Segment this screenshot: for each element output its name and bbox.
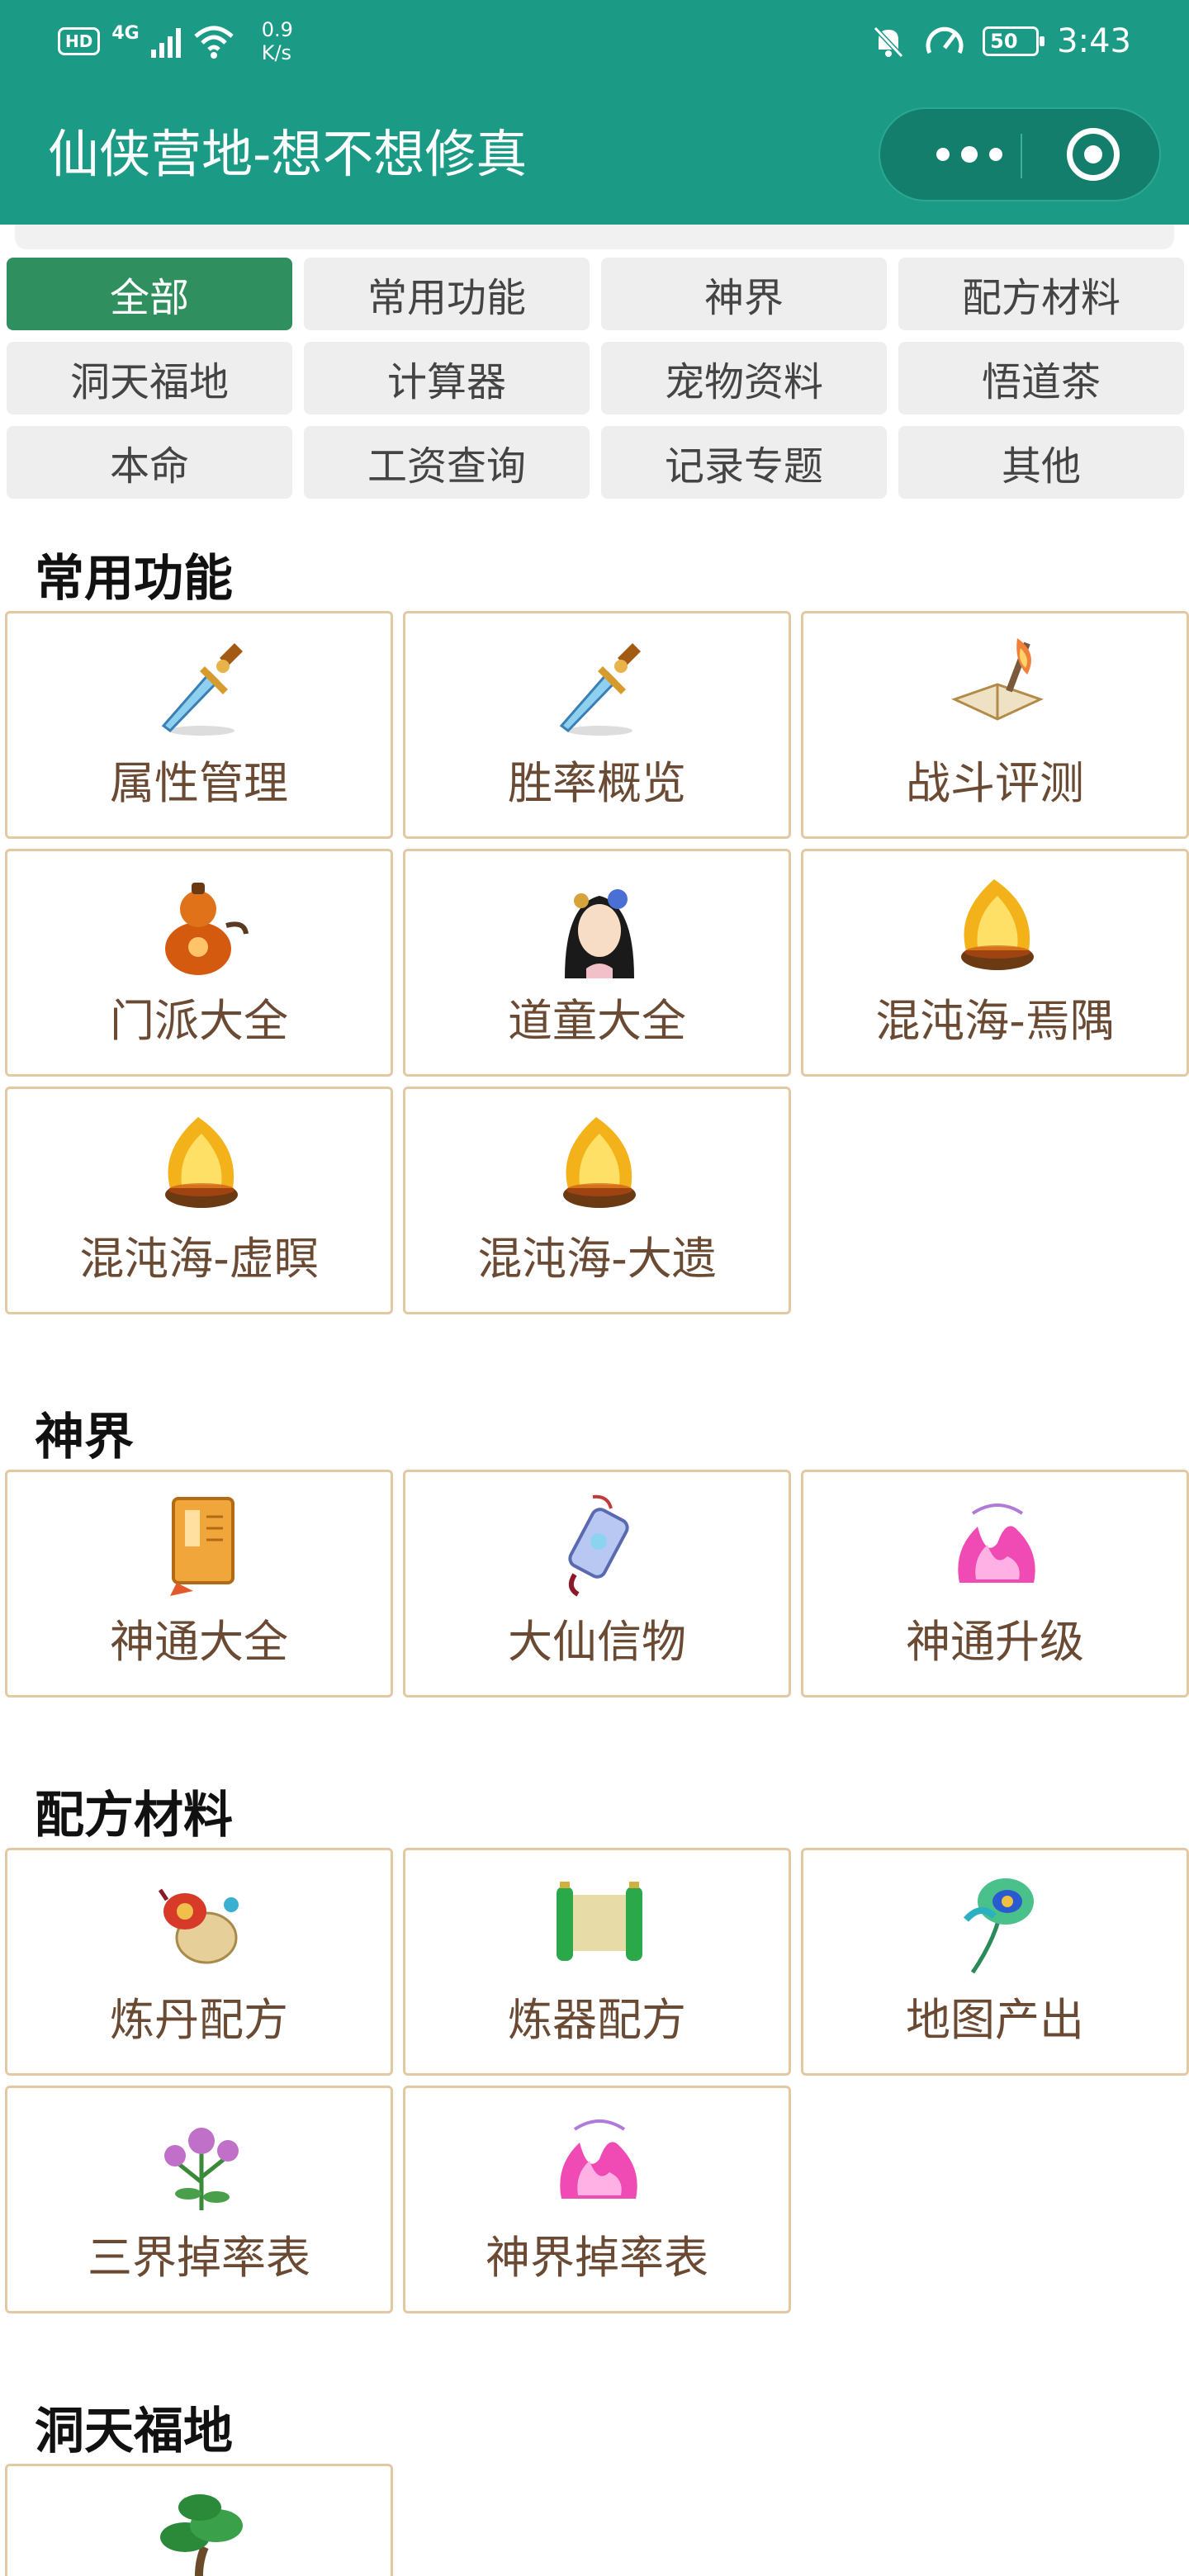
mute-bell-icon	[873, 26, 904, 59]
feature-label: 混沌海-虚瞑	[79, 1233, 319, 1285]
tab-11[interactable]: 其他	[898, 426, 1184, 499]
section-grid	[5, 2464, 1187, 2576]
section-grid: 神通大全 大仙信物 神通升级	[5, 1470, 1189, 1698]
section-grid: 炼丹配方 炼器配方 地图产出三界掉率表 神界掉率表	[5, 1848, 1189, 2313]
feature-label: 三界掉率表	[88, 2232, 310, 2284]
feature-card[interactable]: 炼丹配方	[5, 1848, 393, 2076]
sword-icon	[550, 633, 649, 741]
tab-1[interactable]: 常用功能	[304, 258, 590, 330]
bonsai-tree-icon	[152, 2486, 251, 2576]
green-scroll-icon	[550, 1870, 649, 1977]
feature-label: 道童大全	[508, 995, 686, 1047]
speed-unit: K/s	[261, 41, 292, 64]
feature-card[interactable]: 炼器配方	[403, 1848, 791, 2076]
scroll-book-icon	[152, 1492, 251, 1599]
feature-card[interactable]: 三界掉率表	[5, 2086, 393, 2313]
flower-herb-icon	[152, 2108, 251, 2215]
clock: 3:43	[1057, 22, 1131, 60]
wifi-icon	[194, 26, 234, 59]
tab-6[interactable]: 宠物资料	[601, 342, 887, 414]
section-title: 配方材料	[35, 1787, 233, 1844]
feature-card[interactable]: 混沌海-大遗	[403, 1087, 791, 1314]
feature-card[interactable]: 神通大全	[5, 1470, 393, 1698]
battery-level: 50	[990, 30, 1018, 53]
feature-label: 炼器配方	[508, 1994, 686, 2046]
tab-7[interactable]: 悟道茶	[898, 342, 1184, 414]
tab-10[interactable]: 记录专题	[601, 426, 887, 499]
category-tabs: 全部 常用功能 神界 配方材料洞天福地 计算器 宠物资料 悟道茶本命 工资查询 记录专题 其他	[7, 258, 1184, 499]
feature-label: 战斗评测	[906, 757, 1084, 809]
tab-2[interactable]: 神界	[601, 258, 887, 330]
book-fire-icon	[948, 633, 1047, 741]
network-type: 4G	[111, 22, 140, 44]
pill-gourd-icon	[152, 1870, 251, 1977]
feature-card[interactable]: 地图产出	[801, 1848, 1189, 2076]
more-dots-icon[interactable]	[920, 109, 1019, 200]
feature-card[interactable]: 神界掉率表	[403, 2086, 791, 2313]
mini-program-page: HD 4G 0.9 K/s 50 3:43 仙侠营地-想不想修真 全部 常用功能…	[0, 0, 1189, 2576]
feature-label: 门派大全	[110, 995, 288, 1047]
feature-label: 神界掉率表	[486, 2232, 708, 2284]
section-title: 常用功能	[35, 550, 233, 608]
feature-label: 混沌海-焉隅	[875, 995, 1115, 1047]
golden-flame-icon	[948, 871, 1047, 978]
feature-label: 地图产出	[906, 1994, 1084, 2046]
feature-label: 大仙信物	[508, 1616, 686, 1668]
peacock-feather-icon	[948, 1870, 1047, 1977]
feature-label: 神通大全	[110, 1616, 288, 1668]
feature-card[interactable]: 大仙信物	[403, 1470, 791, 1698]
page-title: 仙侠营地-想不想修真	[48, 124, 528, 184]
target-circle-icon[interactable]	[1067, 128, 1120, 181]
golden-flame-icon	[152, 1109, 251, 1216]
hd-badge: HD	[58, 27, 101, 55]
section-grid: 属性管理 胜率概览 战斗评测门派大全 道童大全 混沌海-焉隅混沌海-虚瞑 混沌海-大遗	[5, 611, 1189, 1314]
feature-label: 胜率概览	[508, 757, 686, 809]
feature-label: 属性管理	[110, 757, 288, 809]
gourd-icon	[152, 871, 251, 978]
tab-3[interactable]: 配方材料	[898, 258, 1184, 330]
feature-card[interactable]: 神通升级	[801, 1470, 1189, 1698]
tab-5[interactable]: 计算器	[304, 342, 590, 414]
feature-card[interactable]: 混沌海-虚瞑	[5, 1087, 393, 1314]
feature-card[interactable]: 门派大全	[5, 849, 393, 1077]
tab-0[interactable]: 全部	[7, 258, 292, 330]
feature-card[interactable]: 战斗评测	[801, 611, 1189, 839]
speedometer-icon	[926, 26, 964, 54]
capsule-menu	[879, 107, 1161, 201]
app-header: HD 4G 0.9 K/s 50 3:43 仙侠营地-想不想修真	[0, 0, 1189, 225]
pink-flame-icon	[948, 1492, 1047, 1599]
capsule-divider	[1021, 134, 1022, 178]
section-title: 神界	[35, 1409, 134, 1466]
pink-flame-icon	[550, 2108, 649, 2215]
feature-label: 混沌海-大遗	[477, 1233, 717, 1285]
speed-value: 0.9	[261, 18, 293, 41]
feature-card[interactable]: 混沌海-焉隅	[801, 849, 1189, 1077]
feature-label: 神通升级	[906, 1616, 1084, 1668]
signal-icon	[150, 25, 181, 58]
section-title: 洞天福地	[35, 2403, 233, 2460]
fairy-portrait-icon	[550, 871, 649, 978]
search-strip	[15, 225, 1174, 249]
status-bar: HD 4G 0.9 K/s 50 3:43	[0, 0, 1189, 83]
golden-flame-icon	[550, 1109, 649, 1216]
battery-icon: 50	[983, 26, 1045, 56]
network-speed: 0.9 K/s	[262, 18, 293, 64]
feature-card[interactable]	[5, 2464, 393, 2576]
feature-card[interactable]: 胜率概览	[403, 611, 791, 839]
feature-card[interactable]: 道童大全	[403, 849, 791, 1077]
jade-token-icon	[550, 1492, 649, 1599]
tab-4[interactable]: 洞天福地	[7, 342, 292, 414]
feature-label: 炼丹配方	[110, 1994, 288, 2046]
sword-icon	[152, 633, 251, 741]
feature-card[interactable]: 属性管理	[5, 611, 393, 839]
tab-8[interactable]: 本命	[7, 426, 292, 499]
tab-9[interactable]: 工资查询	[304, 426, 590, 499]
